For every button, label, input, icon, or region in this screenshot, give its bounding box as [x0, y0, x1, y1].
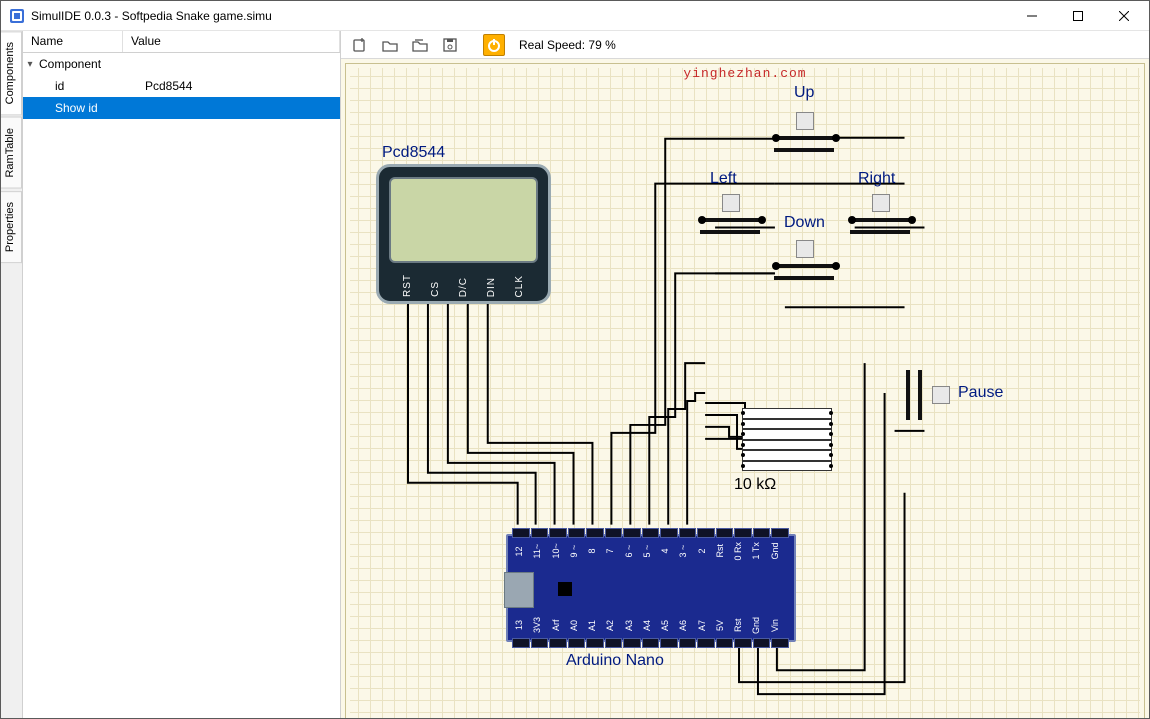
- schematic-canvas[interactable]: yinghezhan.com: [345, 63, 1145, 718]
- switch-bar: [774, 136, 834, 140]
- switch-bar: [850, 218, 910, 222]
- prop-value: Pcd8544: [137, 79, 340, 93]
- maximize-button[interactable]: [1055, 1, 1101, 31]
- toolbar: Real Speed: 79 %: [341, 31, 1149, 59]
- btn-left-label: Left: [710, 170, 737, 188]
- switch-down[interactable]: [796, 240, 814, 258]
- lcd-screen: [389, 177, 538, 263]
- switch-bar: [906, 370, 910, 420]
- tab-ramtable[interactable]: RamTable: [1, 117, 22, 189]
- side-tab-strip: Components RamTable Properties: [1, 31, 23, 718]
- lcd-label: Pcd8544: [382, 144, 445, 162]
- power-button[interactable]: [483, 34, 505, 56]
- col-name[interactable]: Name: [23, 31, 123, 52]
- switch-bar: [700, 230, 760, 234]
- close-button[interactable]: [1101, 1, 1147, 31]
- saveas-file-button[interactable]: [439, 34, 461, 56]
- arduino-bot-pins: [512, 638, 790, 648]
- component-lcd[interactable]: RST CS D/C DIN CLK: [376, 164, 551, 304]
- chevron-down-icon: ▾: [23, 59, 37, 70]
- btn-up-label: Up: [794, 84, 814, 102]
- app-icon: [9, 8, 25, 24]
- mcu-chip-icon: [558, 582, 572, 596]
- switch-bar: [918, 370, 922, 420]
- switch-pause[interactable]: [932, 386, 950, 404]
- property-header: Name Value: [23, 31, 340, 53]
- col-value[interactable]: Value: [123, 31, 340, 52]
- btn-down-label: Down: [784, 214, 825, 232]
- property-panel: Name Value ▾ Component id Pcd8544 Show i…: [23, 31, 341, 718]
- switch-bar: [774, 264, 834, 268]
- resistor-label: 10 kΩ: [734, 476, 776, 494]
- btn-pause-label: Pause: [958, 384, 1003, 402]
- speed-label: Real Speed: 79 %: [519, 38, 616, 52]
- minimize-button[interactable]: [1009, 1, 1055, 31]
- switch-left[interactable]: [722, 194, 740, 212]
- new-file-button[interactable]: [349, 34, 371, 56]
- component-resistor-pack[interactable]: [742, 408, 832, 472]
- component-arduino[interactable]: 1211~10~9 ~876 ~5 ~43 ~2Rst0 Rx1 TxGnd 1…: [506, 534, 796, 642]
- window-title: SimulIDE 0.0.3 - Softpedia Snake game.si…: [31, 9, 272, 23]
- prop-group-label: Component: [37, 57, 123, 71]
- btn-right-label: Right: [858, 170, 895, 188]
- switch-right[interactable]: [872, 194, 890, 212]
- switch-up[interactable]: [796, 112, 814, 130]
- canvas-scroll[interactable]: yinghezhan.com: [341, 59, 1149, 718]
- usb-port-icon: [504, 572, 534, 608]
- arduino-label: Arduino Nano: [566, 652, 664, 670]
- tab-components[interactable]: Components: [1, 31, 22, 115]
- tab-properties[interactable]: Properties: [1, 191, 22, 263]
- prop-row-showid[interactable]: Show id: [23, 97, 340, 119]
- prop-group-row[interactable]: ▾ Component: [23, 53, 340, 75]
- lcd-pins: RST CS D/C DIN CLK: [393, 265, 534, 297]
- switch-bar: [850, 230, 910, 234]
- prop-row-id[interactable]: id Pcd8544: [23, 75, 340, 97]
- title-bar: SimulIDE 0.0.3 - Softpedia Snake game.si…: [1, 1, 1149, 31]
- switch-bar: [774, 276, 834, 280]
- watermark: yinghezhan.com: [683, 66, 806, 81]
- switch-bar: [700, 218, 760, 222]
- open-file-button[interactable]: [379, 34, 401, 56]
- save-file-button[interactable]: [409, 34, 431, 56]
- arduino-top-pins: [512, 528, 790, 538]
- switch-bar: [774, 148, 834, 152]
- prop-key: Show id: [37, 101, 137, 115]
- prop-key: id: [37, 79, 137, 93]
